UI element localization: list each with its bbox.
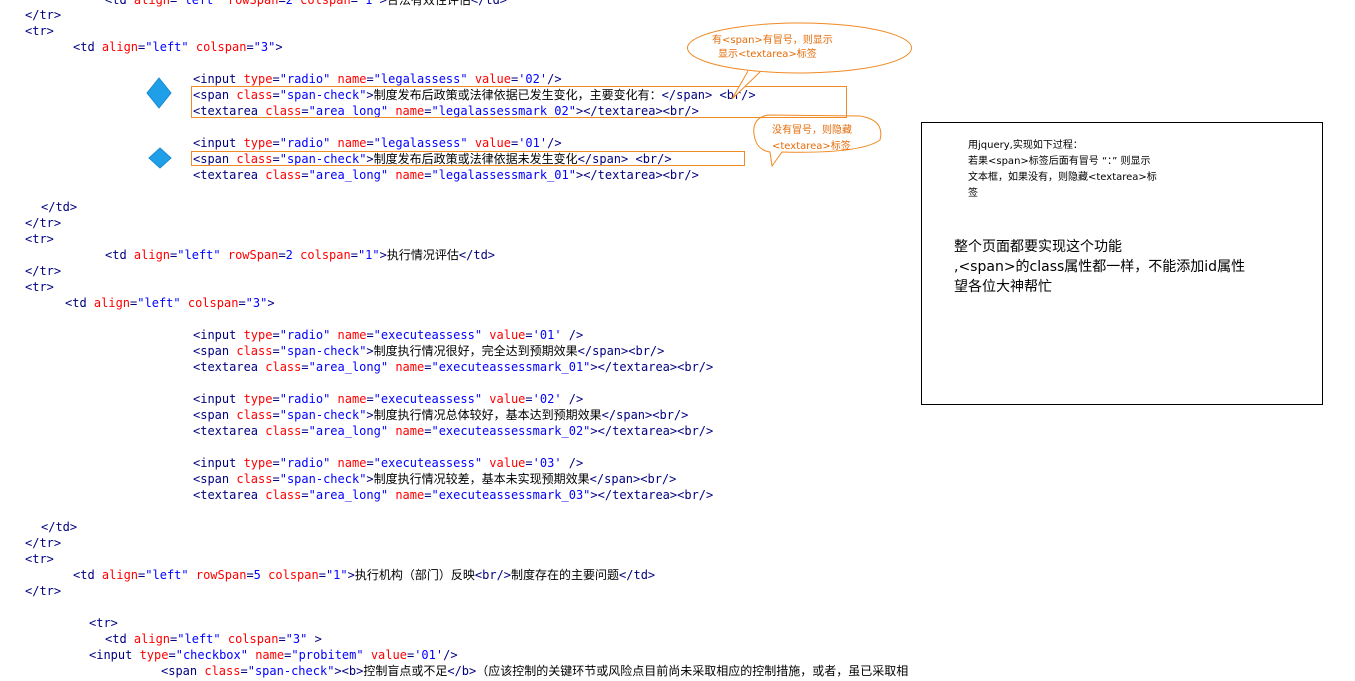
screenshot-canvas: { "code_lines": [ {"y": -8, "x": 105, "t… — [0, 0, 1355, 681]
note-line-1: 用jquery,实现如下过程： — [968, 140, 1083, 151]
note-line-4: 签 — [968, 188, 978, 199]
note-box: 用jquery,实现如下过程： 若果<span>标签后面有冒号 “：” 则显示 … — [921, 122, 1323, 405]
note-headline-3: 望各位大神帮忙 — [954, 279, 1052, 295]
callout-bottom-line2: <textarea>标签 — [772, 141, 851, 152]
note-headline-1: 整个页面都要实现这个功能 — [954, 239, 1122, 255]
callout-top-line2: 显示<textarea>标签 — [718, 49, 817, 60]
note-line-3: 文本框，如果没有，则隐藏<textarea>标 — [968, 172, 1157, 183]
callout-top-line1: 有<span>有冒号，则显示 — [712, 35, 833, 46]
note-headline-2: ,<span>的class属性都一样，不能添加id属性 — [954, 259, 1246, 275]
callout-bottom-line1: 没有冒号，则隐藏 — [772, 125, 852, 136]
note-line-2: 若果<span>标签后面有冒号 “：” 则显示 — [968, 156, 1151, 167]
